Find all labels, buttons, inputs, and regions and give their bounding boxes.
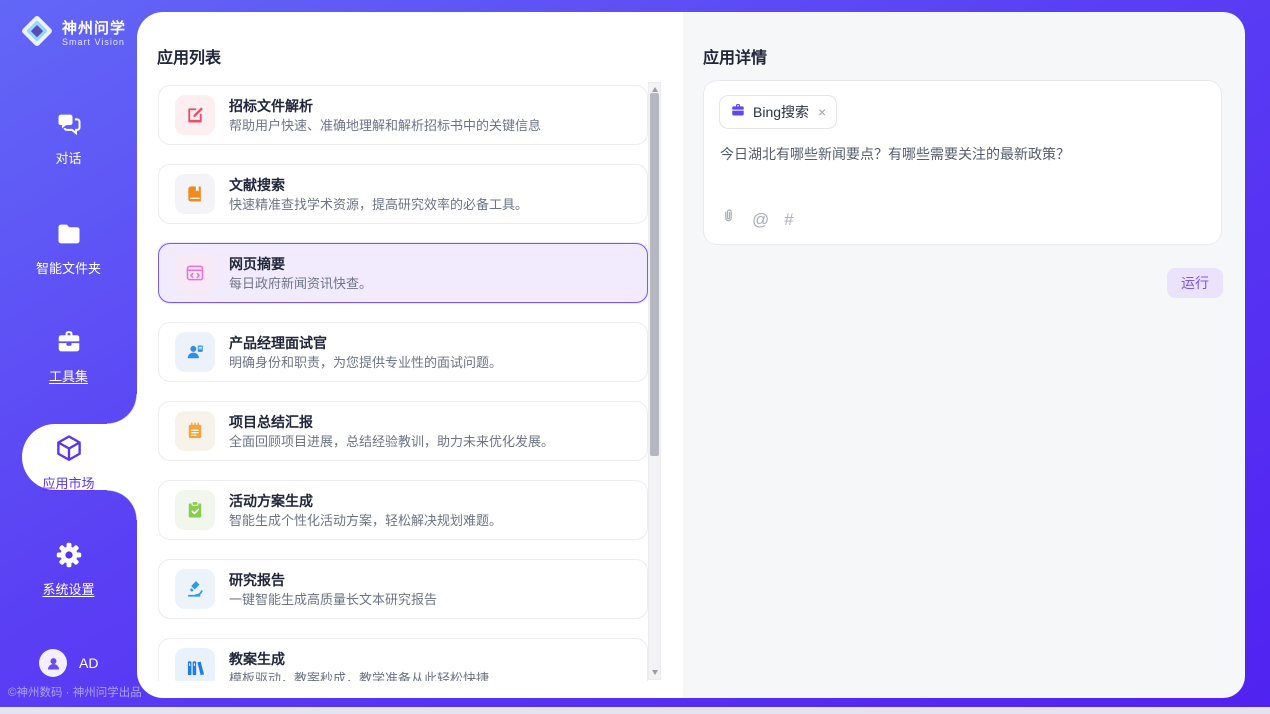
app-card-lesson-plan[interactable]: 教案生成 模板驱动，教案秒成，教学准备从此轻松快捷 <box>158 638 648 681</box>
app-card-literature-search[interactable]: 文献搜索 快速精准查找学术资源，提高研究效率的必备工具。 <box>158 164 648 224</box>
brand-diamond-icon <box>18 12 56 55</box>
sidebar: 神州问学 Smart Vision 对话 智能文件夹 工具集 <box>0 0 137 714</box>
app-desc: 每日政府新闻资讯快查。 <box>229 276 372 291</box>
sidebar-item-app-market[interactable]: 应用市场 <box>0 433 137 492</box>
paperclip-icon[interactable] <box>720 207 737 231</box>
prompt-input[interactable]: 今日湖北有哪些新闻要点？有哪些需要关注的最新政策？ <box>720 144 1205 164</box>
folder-icon <box>55 220 83 253</box>
brand-subtitle: Smart Vision <box>62 37 126 48</box>
bubble-curve-bottom <box>107 490 137 520</box>
sidebar-item-label: 系统设置 <box>42 579 94 598</box>
sidebar-item-label: 应用市场 <box>42 473 94 492</box>
briefcase-icon <box>730 102 746 123</box>
app-desc: 智能生成个性化活动方案，轻松解决规划难题。 <box>229 513 502 528</box>
app-list-panel: 应用列表 招标文件解析 帮助用户快速、准确地理解和解析招标书中的关键信息 文献搜… <box>137 12 683 698</box>
app-card-project-summary[interactable]: 项目总结汇报 全面回顾项目进展，总结经验教训，助力未来优化发展。 <box>158 401 648 461</box>
app-card-bid-parse[interactable]: 招标文件解析 帮助用户快速、准确地理解和解析招标书中的关键信息 <box>158 85 648 145</box>
app-card-pm-interviewer[interactable]: 产品经理面试官 明确身份和职责，为您提供专业性的面试问题。 <box>158 322 648 382</box>
gear-icon <box>55 541 83 574</box>
user-name: AD <box>79 655 98 671</box>
page-bottom-edge <box>0 707 1270 714</box>
app-desc: 全面回顾项目进展，总结经验教训，助力未来优化发展。 <box>229 434 554 449</box>
toolbox-icon <box>55 328 83 361</box>
tool-chip-label: Bing搜索 <box>753 102 809 122</box>
interviewer-icon <box>175 332 215 372</box>
edit-doc-icon <box>175 95 215 135</box>
app-desc: 一键智能生成高质量长文本研究报告 <box>229 592 437 607</box>
app-desc: 帮助用户快速、准确地理解和解析招标书中的关键信息 <box>229 118 541 133</box>
sidebar-item-chat[interactable]: 对话 <box>0 110 137 167</box>
app-card-event-plan[interactable]: 活动方案生成 智能生成个性化活动方案，轻松解决规划难题。 <box>158 480 648 540</box>
notepad-icon <box>175 411 215 451</box>
user-account[interactable]: AD <box>39 649 98 677</box>
copyright-text: ©神州数码 · 神州问学出品 <box>8 684 142 700</box>
app-card-list: 招标文件解析 帮助用户快速、准确地理解和解析招标书中的关键信息 文献搜索 快速精… <box>158 85 648 681</box>
app-card-research-report[interactable]: 研究报告 一键智能生成高质量长文本研究报告 <box>158 559 648 619</box>
app-title: 教案生成 <box>229 651 489 667</box>
list-scrollbar[interactable] <box>648 82 661 680</box>
run-button[interactable]: 运行 <box>1167 268 1223 298</box>
clipboard-check-icon <box>175 490 215 530</box>
chat-icon <box>55 110 83 143</box>
app-title: 研究报告 <box>229 572 437 588</box>
brand-logo: 神州问学 Smart Vision <box>18 12 126 55</box>
browser-code-icon <box>175 253 215 293</box>
sidebar-item-label: 对话 <box>55 148 81 167</box>
app-desc: 模板驱动，教案秒成，教学准备从此轻松快捷 <box>229 671 489 682</box>
sidebar-item-smart-folder[interactable]: 智能文件夹 <box>0 220 137 277</box>
hash-icon[interactable]: # <box>784 211 793 228</box>
app-title: 招标文件解析 <box>229 98 541 114</box>
app-card-web-summary[interactable]: 网页摘要 每日政府新闻资讯快查。 <box>158 243 648 303</box>
main-content: 应用列表 招标文件解析 帮助用户快速、准确地理解和解析招标书中的关键信息 文献搜… <box>137 12 1245 698</box>
app-title: 网页摘要 <box>229 256 372 272</box>
sidebar-item-label: 工具集 <box>49 366 88 385</box>
avatar <box>39 649 67 677</box>
app-detail-title: 应用详情 <box>703 44 767 68</box>
app-desc: 明确身份和职责，为您提供专业性的面试问题。 <box>229 355 502 370</box>
bubble-curve-top <box>107 394 137 424</box>
books-icon <box>175 648 215 681</box>
app-title: 文献搜索 <box>229 177 528 193</box>
chip-close-icon[interactable]: × <box>818 105 826 119</box>
app-title: 项目总结汇报 <box>229 414 554 430</box>
sidebar-item-settings[interactable]: 系统设置 <box>0 541 137 598</box>
brand-name: 神州问学 <box>62 20 126 37</box>
app-detail-panel: 应用详情 Bing搜索 × 今日湖北有哪些新闻要点？有哪些需要关注的最新政策？ … <box>683 12 1245 698</box>
app-list-title: 应用列表 <box>157 44 221 68</box>
app-title: 活动方案生成 <box>229 493 502 509</box>
scrollbar-down-arrow[interactable] <box>649 666 660 679</box>
microscope-icon <box>175 569 215 609</box>
mention-icon[interactable]: @ <box>752 211 769 228</box>
tool-chip-bing-search[interactable]: Bing搜索 × <box>719 95 837 129</box>
app-desc: 快速精准查找学术资源，提高研究效率的必备工具。 <box>229 197 528 212</box>
attachment-toolbar: @ # <box>720 207 794 231</box>
prompt-card: Bing搜索 × 今日湖北有哪些新闻要点？有哪些需要关注的最新政策？ @ # <box>703 80 1222 245</box>
scrollbar-thumb[interactable] <box>650 93 659 456</box>
book-icon <box>175 174 215 214</box>
sidebar-item-label: 智能文件夹 <box>36 258 101 277</box>
cube-icon <box>54 433 84 468</box>
sidebar-item-toolset[interactable]: 工具集 <box>0 328 137 385</box>
app-title: 产品经理面试官 <box>229 335 502 351</box>
